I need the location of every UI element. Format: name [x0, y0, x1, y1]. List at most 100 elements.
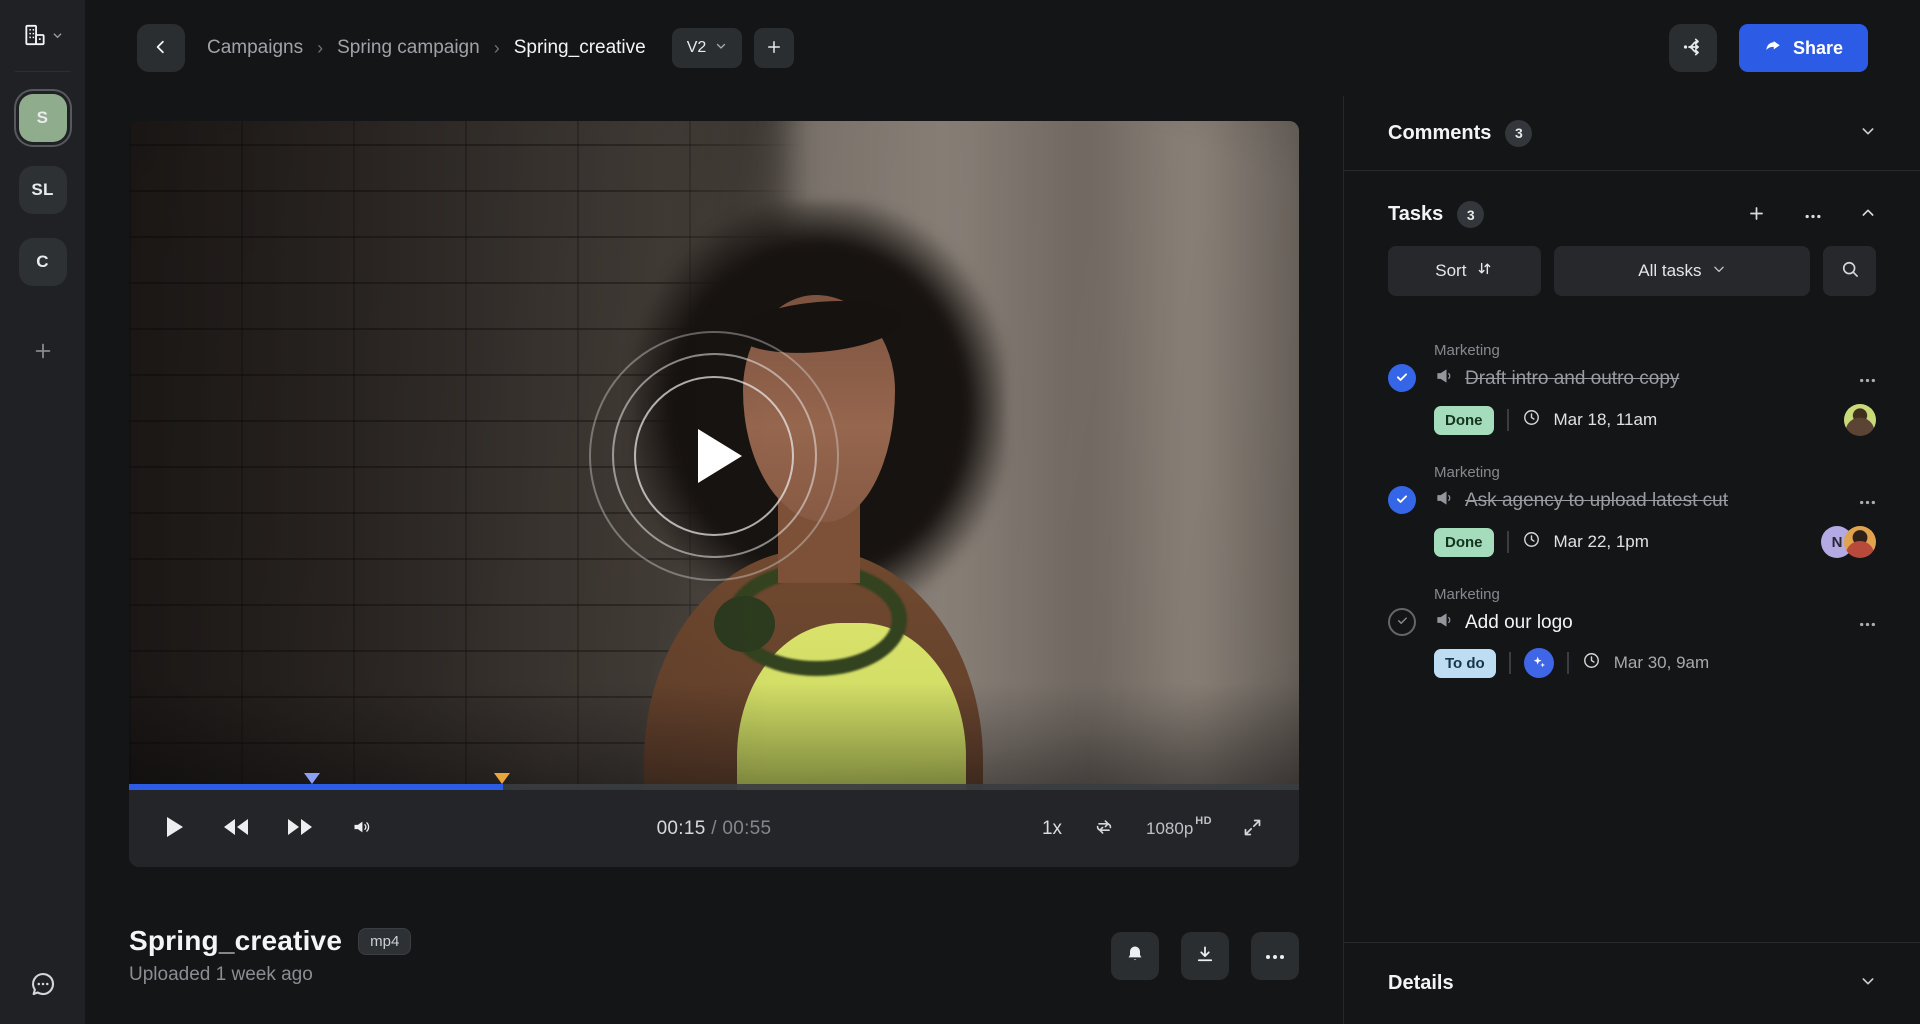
video-frame[interactable] — [129, 121, 1299, 790]
search-icon — [1840, 259, 1860, 284]
workspace-tile-sl[interactable]: SL — [19, 166, 67, 214]
task-row: Marketing Draft intro and outro copy — [1388, 342, 1876, 436]
chevron-down-icon[interactable] — [1860, 973, 1876, 994]
chat-bubble-icon — [28, 969, 58, 1002]
breadcrumb-current: Spring_creative — [514, 37, 646, 59]
plus-icon — [765, 38, 783, 59]
tasks-count-badge: 3 — [1457, 201, 1484, 228]
sparkles-icon — [1531, 654, 1547, 673]
sort-label: Sort — [1435, 261, 1466, 281]
comment-marker-blue[interactable] — [304, 773, 320, 784]
file-format-badge: mp4 — [358, 928, 411, 955]
meta-divider — [1507, 409, 1509, 431]
chevron-down-icon — [715, 39, 727, 57]
duration: / 00:55 — [711, 818, 771, 839]
task-more-button[interactable] — [1859, 493, 1876, 508]
status-badge: To do — [1434, 649, 1496, 678]
notifications-button[interactable] — [1111, 932, 1159, 980]
check-icon — [1395, 370, 1409, 387]
tasks-section: Tasks 3 — [1344, 171, 1920, 706]
sort-arrows-icon — [1476, 260, 1493, 282]
check-icon — [1395, 492, 1409, 509]
ellipsis-icon — [1265, 948, 1285, 963]
file-title: Spring_creative — [129, 925, 342, 957]
playback-speed-button[interactable]: 1x — [1042, 818, 1062, 840]
topbar: Campaigns › Spring campaign › Spring_cre… — [85, 0, 1920, 96]
assignee-avatar — [1844, 526, 1876, 558]
breadcrumb-spring-campaign[interactable]: Spring campaign — [337, 37, 480, 59]
rewind-icon[interactable] — [223, 818, 249, 839]
more-options-button[interactable] — [1251, 932, 1299, 980]
play-button[interactable] — [165, 816, 185, 841]
quality-label: 1080p — [1146, 819, 1193, 839]
task-search-button[interactable] — [1823, 246, 1876, 296]
sidebar-divider — [15, 71, 71, 72]
details-section-header[interactable]: Details — [1344, 942, 1920, 1024]
quality-button[interactable]: 1080p HD — [1146, 819, 1212, 839]
filter-label: All tasks — [1638, 261, 1701, 281]
download-button[interactable] — [1181, 932, 1229, 980]
file-actions — [1111, 932, 1299, 980]
org-switcher-button[interactable] — [22, 22, 63, 51]
status-badge: Done — [1434, 528, 1494, 557]
file-info: Spring_creative mp4 Uploaded 1 week ago — [129, 925, 411, 986]
clock-icon — [1582, 651, 1601, 675]
task-checkbox-unchecked[interactable] — [1388, 608, 1416, 636]
transport-controls — [165, 816, 373, 841]
volume-icon[interactable] — [351, 817, 373, 840]
task-category: Marketing — [1434, 342, 1876, 359]
task-checkbox-checked[interactable] — [1388, 486, 1416, 514]
task-due-date: Mar 30, 9am — [1614, 653, 1709, 673]
plus-icon — [32, 350, 54, 365]
play-ring — [634, 376, 794, 536]
share-button[interactable]: Share — [1739, 24, 1868, 72]
breadcrumb-campaigns[interactable]: Campaigns — [207, 37, 303, 59]
loop-icon[interactable] — [1092, 816, 1116, 841]
task-more-button[interactable] — [1859, 371, 1876, 386]
breadcrumb: Campaigns › Spring campaign › Spring_cre… — [207, 37, 646, 59]
task-due-date: Mar 22, 1pm — [1554, 532, 1649, 552]
comments-section-header[interactable]: Comments 3 — [1344, 96, 1920, 171]
back-button[interactable] — [137, 24, 185, 72]
workflow-button[interactable] — [1669, 24, 1717, 72]
fullscreen-icon[interactable] — [1242, 817, 1263, 841]
task-more-button[interactable] — [1859, 615, 1876, 630]
tasks-collapse-button[interactable] — [1860, 205, 1876, 224]
main-column: Campaigns › Spring campaign › Spring_cre… — [85, 0, 1920, 1024]
workspace-tile-c[interactable]: C — [19, 238, 67, 286]
assignee-avatar — [1844, 404, 1876, 436]
chevron-down-icon[interactable] — [1860, 123, 1876, 144]
play-ring — [612, 353, 817, 558]
task-due-date: Mar 18, 11am — [1554, 410, 1658, 430]
time-display: 00:15 / 00:55 — [657, 818, 772, 840]
add-workspace-button[interactable] — [32, 340, 54, 365]
meta-divider — [1507, 531, 1509, 553]
workspace-tile-s[interactable]: S — [19, 94, 67, 142]
comments-count-badge: 3 — [1505, 120, 1532, 147]
share-label: Share — [1793, 38, 1843, 59]
task-checkbox-checked[interactable] — [1388, 364, 1416, 392]
sort-button[interactable]: Sort — [1388, 246, 1541, 296]
task-filter-dropdown[interactable]: All tasks — [1554, 246, 1810, 296]
stage: 00:15 / 00:55 1x — [85, 96, 1343, 1024]
comment-marker-orange[interactable] — [494, 773, 510, 784]
fast-forward-icon[interactable] — [287, 818, 313, 839]
workspace-sidebar: S SL C — [0, 0, 85, 1024]
add-task-button[interactable] — [1747, 204, 1766, 226]
details-title: Details — [1388, 972, 1454, 995]
play-overlay-button[interactable] — [589, 331, 839, 581]
add-version-button[interactable] — [754, 28, 794, 68]
meta-divider — [1567, 652, 1569, 674]
app-root: S SL C — [0, 0, 1920, 1024]
ai-suggest-button[interactable] — [1524, 648, 1554, 678]
tasks-section-header: Tasks 3 — [1388, 201, 1876, 228]
tasks-more-button[interactable] — [1804, 207, 1822, 222]
workspace-list: S SL C — [19, 94, 67, 365]
current-time: 00:15 — [657, 818, 706, 839]
version-label: V2 — [687, 39, 707, 57]
video-player: 00:15 / 00:55 1x — [129, 121, 1299, 867]
help-chat-button[interactable] — [0, 969, 85, 1002]
task-category: Marketing — [1434, 464, 1876, 481]
task-category: Marketing — [1434, 586, 1876, 603]
version-dropdown[interactable]: V2 — [672, 28, 743, 68]
